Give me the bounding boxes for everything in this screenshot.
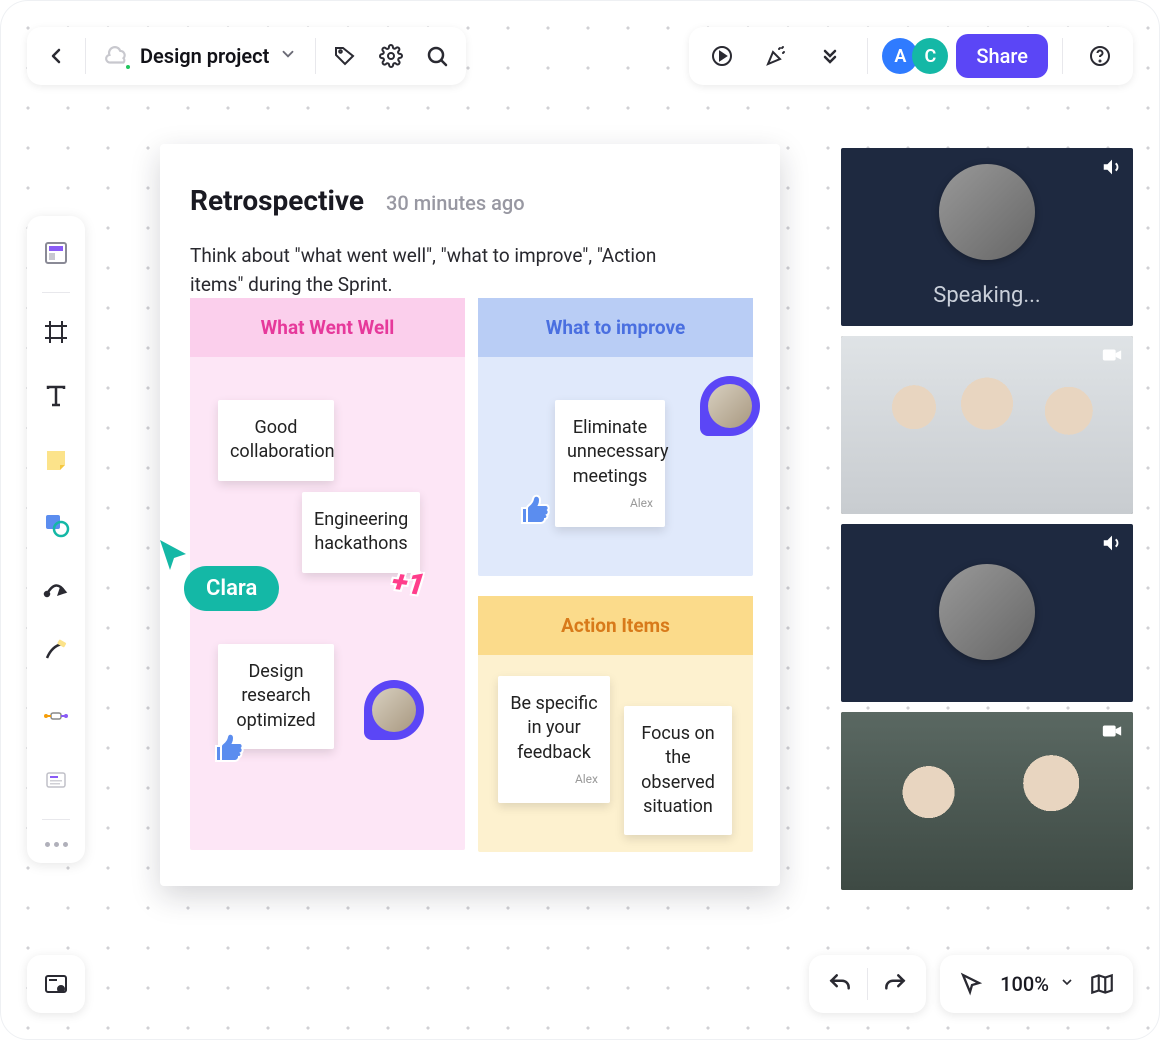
video-feed — [841, 336, 1133, 514]
project-name: Design project — [140, 44, 269, 68]
separator — [867, 968, 868, 1000]
top-toolbar-left: Design project — [27, 27, 466, 85]
editor-presence-bubble[interactable] — [364, 680, 424, 740]
history-controls — [809, 955, 926, 1013]
separator — [42, 292, 70, 293]
share-button[interactable]: Share — [956, 34, 1048, 78]
video-tile[interactable] — [841, 524, 1133, 702]
note-text: Good collaboration — [230, 416, 322, 465]
tool-card[interactable] — [33, 757, 79, 803]
tool-shapes[interactable] — [33, 501, 79, 547]
note-text: Focus on the observed situation — [636, 722, 720, 819]
tool-frame[interactable] — [33, 309, 79, 355]
tool-text[interactable] — [33, 373, 79, 419]
collaborator-cursor-label: Clara — [184, 566, 279, 611]
avatar — [372, 688, 416, 732]
sync-status-dot — [124, 63, 132, 71]
sticky-note[interactable]: Good collaboration — [218, 400, 334, 481]
settings-button[interactable] — [368, 33, 414, 79]
volume-icon — [1101, 156, 1123, 182]
sticky-note[interactable]: Be specific in your feedback Alex — [498, 676, 610, 803]
top-toolbar-right: A C Share — [689, 27, 1133, 85]
separator — [42, 819, 70, 820]
video-tile[interactable] — [841, 336, 1133, 514]
speaking-status: Speaking... — [841, 283, 1133, 308]
sticky-note[interactable]: Eliminate unnecessary meetings Alex — [555, 400, 665, 527]
board-title: Retrospective — [190, 184, 364, 217]
project-selector[interactable]: Design project — [92, 43, 309, 69]
note-text: Be specific in your feedback — [510, 692, 598, 765]
tool-connector[interactable] — [33, 693, 79, 739]
board-subtitle: Think about "what went well", "what to i… — [190, 241, 710, 300]
redo-button[interactable] — [872, 961, 918, 1007]
column-heading: Action Items — [478, 596, 753, 655]
tool-templates[interactable] — [33, 230, 79, 276]
video-feed — [841, 712, 1133, 890]
chevron-down-icon — [279, 45, 297, 67]
expand-down-button[interactable] — [807, 33, 853, 79]
tool-sticky-note[interactable] — [33, 437, 79, 483]
separator — [315, 38, 316, 74]
note-author: Alex — [567, 495, 653, 511]
tag-button[interactable] — [322, 33, 368, 79]
video-call-panel: Speaking... — [841, 148, 1133, 890]
more-tools-button[interactable] — [45, 828, 68, 857]
board-timestamp: 30 minutes ago — [386, 191, 525, 215]
separator — [85, 38, 86, 74]
thumbs-up-icon[interactable] — [512, 488, 552, 528]
thumbs-up-icon[interactable] — [206, 726, 246, 766]
separator — [1062, 38, 1063, 74]
note-author: Alex — [510, 771, 598, 787]
sticky-note[interactable]: Focus on the observed situation — [624, 706, 732, 835]
note-text: Design research optimized — [230, 660, 322, 733]
video-tile[interactable] — [841, 712, 1133, 890]
cursor-icon — [158, 538, 192, 574]
volume-icon — [1101, 532, 1123, 558]
minimap-button[interactable] — [27, 955, 85, 1013]
separator — [867, 38, 868, 74]
avatar — [939, 564, 1035, 660]
zoom-level[interactable]: 100% — [994, 972, 1055, 996]
avatar — [708, 384, 752, 428]
column-heading: What to improve — [478, 298, 753, 357]
camera-icon — [1101, 720, 1123, 746]
side-toolbar — [27, 216, 85, 863]
avatar — [939, 164, 1035, 260]
sticky-note[interactable]: Engineering hackathons — [302, 492, 420, 573]
collaborator-avatar-c[interactable]: C — [912, 38, 948, 74]
tool-line[interactable] — [33, 565, 79, 611]
note-text: Engineering hackathons — [314, 508, 408, 557]
help-button[interactable] — [1077, 33, 1123, 79]
note-text: Eliminate unnecessary meetings — [567, 416, 653, 489]
cloud-icon — [104, 43, 130, 69]
view-controls: 100% — [940, 955, 1133, 1013]
play-button[interactable] — [699, 33, 745, 79]
chevron-down-icon[interactable] — [1055, 974, 1079, 994]
column-heading: What Went Well — [190, 298, 465, 357]
bottom-right-controls: 100% — [809, 955, 1133, 1013]
camera-icon — [1101, 344, 1123, 370]
map-view-button[interactable] — [1079, 961, 1125, 1007]
search-button[interactable] — [414, 33, 460, 79]
undo-button[interactable] — [817, 961, 863, 1007]
plus-one-reaction[interactable]: +1 — [390, 564, 427, 603]
editor-presence-bubble[interactable] — [700, 376, 760, 436]
tool-pen[interactable] — [33, 629, 79, 675]
pointer-tool-button[interactable] — [948, 961, 994, 1007]
confetti-button[interactable] — [753, 33, 799, 79]
video-tile[interactable]: Speaking... — [841, 148, 1133, 326]
back-button[interactable] — [33, 33, 79, 79]
